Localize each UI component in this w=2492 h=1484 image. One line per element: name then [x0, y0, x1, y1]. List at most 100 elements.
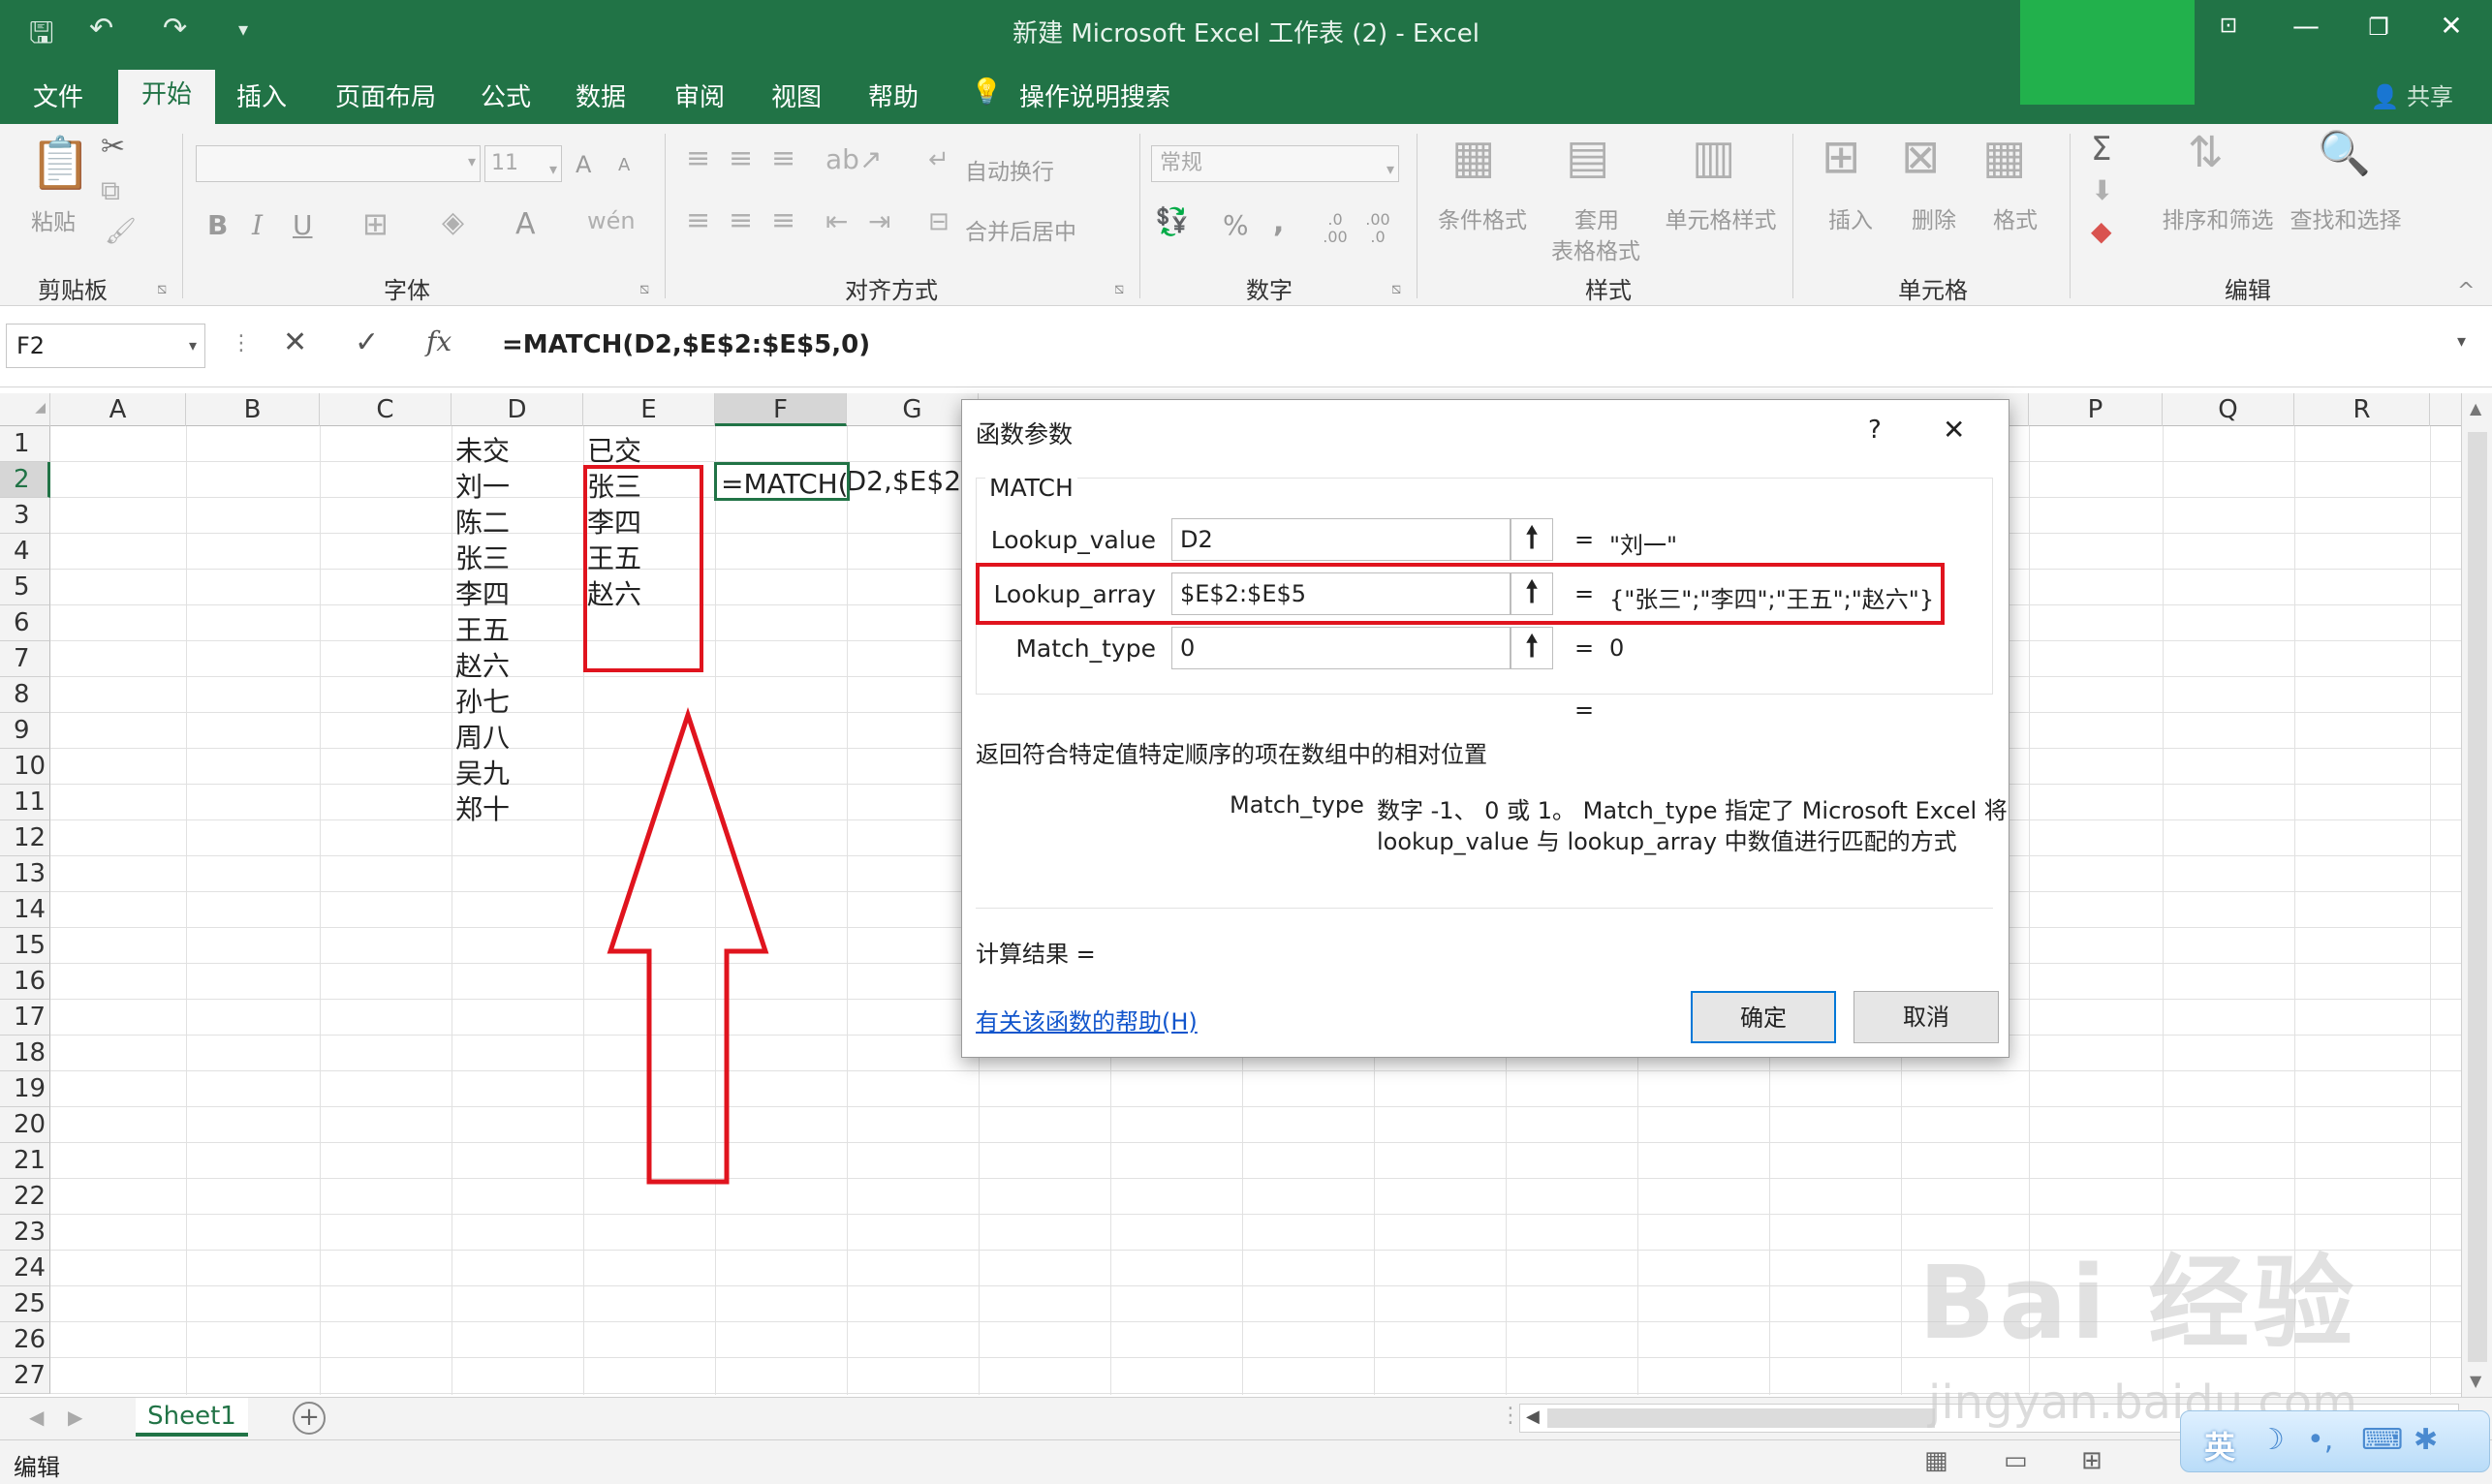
row-header[interactable]: 24 [0, 1251, 50, 1286]
orientation-icon[interactable]: ab↗ [825, 143, 882, 175]
decrease-decimal-button[interactable]: .00 .0 [1360, 211, 1395, 246]
minimize-icon[interactable]: — [2277, 10, 2335, 42]
collapse-ribbon-icon[interactable]: ^ [2457, 279, 2475, 303]
wrap-text-icon[interactable]: ↵ [928, 145, 950, 174]
format-as-table-line1[interactable]: 套用 [1546, 201, 1647, 234]
delete-cells-icon[interactable]: ⊠ [1901, 130, 1940, 184]
cancel-button[interactable]: 取消 [1853, 991, 1999, 1043]
collapse-dialog-icon[interactable]: 🠕 [1511, 627, 1553, 669]
scroll-up-icon[interactable]: ▲ [2470, 399, 2481, 417]
name-box[interactable]: F2 ▾ [6, 324, 205, 368]
row-header[interactable]: 14 [0, 892, 50, 928]
ribbon-display-icon[interactable]: ⊡ [2199, 14, 2258, 38]
enter-entry-icon[interactable]: ✓ [355, 325, 379, 359]
comma-button[interactable]: , [1273, 205, 1284, 239]
row-header[interactable]: 19 [0, 1071, 50, 1107]
restore-icon[interactable]: ❐ [2350, 14, 2408, 41]
row-header[interactable]: 16 [0, 964, 50, 1000]
cell-styles-button[interactable]: 单元格样式 [1653, 201, 1789, 234]
align-top-icon[interactable]: ≡ [686, 141, 710, 175]
font-color-button[interactable]: A [515, 207, 536, 241]
font-name-combo[interactable]: ▾ [196, 145, 481, 182]
row-header[interactable]: 1 [0, 426, 50, 462]
align-bottom-icon[interactable]: ≡ [771, 141, 795, 175]
font-launcher-icon[interactable]: ⧅ [639, 279, 649, 298]
phonetic-icon[interactable]: wén [587, 207, 636, 234]
cell-styles-icon[interactable]: ▥ [1692, 130, 1735, 184]
cell-d4[interactable]: 张三 [455, 538, 510, 576]
decrease-indent-icon[interactable]: ⇤ [825, 205, 848, 237]
next-sheet-icon[interactable]: ▶ [68, 1406, 82, 1429]
row-header[interactable]: 22 [0, 1179, 50, 1215]
tab-page-layout[interactable]: 页面布局 [335, 77, 436, 113]
ok-button[interactable]: 确定 [1691, 991, 1836, 1043]
function-help-link[interactable]: 有关该函数的帮助(H) [976, 1003, 1198, 1036]
expand-formula-icon[interactable]: ▾ [2457, 331, 2466, 352]
paste-icon[interactable]: 📋 [29, 134, 92, 193]
close-icon[interactable]: ✕ [2422, 10, 2480, 42]
tell-me-search[interactable]: 操作说明搜索 [1019, 77, 1170, 113]
font-size-combo[interactable]: 11 ▾ [484, 145, 562, 182]
row-header[interactable]: 2 [0, 462, 50, 498]
find-select-icon[interactable]: 🔍 [2318, 128, 2371, 178]
column-header[interactable]: G [847, 393, 979, 426]
tab-help[interactable]: 帮助 [868, 77, 919, 113]
column-header[interactable]: E [583, 393, 715, 426]
match-type-input[interactable]: 0 [1171, 627, 1511, 669]
row-header[interactable]: 17 [0, 1000, 50, 1036]
tab-file[interactable]: 文件 [33, 77, 83, 113]
delete-cells-button[interactable]: 删除 [1895, 201, 1973, 234]
dialog-close-icon[interactable]: ✕ [1943, 414, 1965, 446]
column-header[interactable]: A [50, 393, 186, 426]
align-center-icon[interactable]: ≡ [729, 203, 753, 237]
row-header[interactable]: 15 [0, 928, 50, 964]
find-select-button[interactable]: 查找和选择 [2283, 201, 2409, 234]
cell-d8[interactable]: 孙七 [455, 681, 510, 720]
ime-moon-icon[interactable]: ☽ [2258, 1423, 2285, 1457]
lookup-value-input[interactable]: D2 [1171, 518, 1511, 561]
italic-button[interactable]: I [252, 209, 263, 241]
underline-button[interactable]: U [293, 209, 313, 241]
row-header[interactable]: 13 [0, 856, 50, 892]
format-as-table-icon[interactable]: ▤ [1566, 130, 1609, 184]
normal-view-icon[interactable]: ▦ [1924, 1446, 1948, 1475]
alignment-launcher-icon[interactable]: ⧅ [1114, 279, 1124, 298]
cell-e1[interactable]: 已交 [587, 430, 641, 469]
shrink-font-icon[interactable]: A [618, 155, 630, 175]
row-header[interactable]: 21 [0, 1143, 50, 1179]
row-header[interactable]: 27 [0, 1358, 50, 1394]
column-header[interactable]: B [186, 393, 320, 426]
cell-d10[interactable]: 吴九 [455, 753, 510, 791]
row-header[interactable]: 11 [0, 785, 50, 820]
cut-icon[interactable]: ✂ [101, 130, 125, 164]
dialog-help-icon[interactable]: ? [1868, 416, 1882, 445]
row-header[interactable]: 20 [0, 1107, 50, 1143]
format-painter-icon[interactable]: 🖌 [105, 217, 137, 246]
wrap-text-button[interactable]: 自动换行 [965, 153, 1054, 186]
autosum-icon[interactable]: Σ [2091, 130, 2111, 169]
cell-d5[interactable]: 李四 [455, 573, 510, 612]
insert-cells-icon[interactable]: ⊞ [1822, 130, 1860, 184]
row-header[interactable]: 8 [0, 677, 50, 713]
accounting-icon[interactable]: 💱 [1155, 205, 1189, 237]
row-header[interactable]: 7 [0, 641, 50, 677]
column-header[interactable]: F [715, 393, 847, 426]
row-header[interactable]: 6 [0, 605, 50, 641]
tab-formulas[interactable]: 公式 [481, 77, 531, 113]
percent-button[interactable]: % [1223, 209, 1249, 241]
conditional-format-button[interactable]: 条件格式 [1432, 201, 1533, 234]
row-header[interactable]: 26 [0, 1322, 50, 1358]
paste-label[interactable]: 粘贴 [31, 203, 76, 236]
scroll-down-icon[interactable]: ▼ [2470, 1372, 2481, 1390]
borders-icon[interactable]: ⊞ [362, 205, 389, 242]
cell-d6[interactable]: 王五 [455, 609, 510, 648]
column-header[interactable]: C [320, 393, 452, 426]
cell-d1[interactable]: 未交 [455, 430, 510, 469]
number-launcher-icon[interactable]: ⧅ [1391, 279, 1401, 298]
conditional-format-icon[interactable]: ▦ [1451, 130, 1495, 184]
ime-keyboard-icon[interactable]: ⌨ [2361, 1423, 2403, 1457]
sheet-tab-sheet1[interactable]: Sheet1 [136, 1398, 248, 1437]
sort-filter-button[interactable]: 排序和筛选 [2155, 201, 2281, 234]
align-middle-icon[interactable]: ≡ [729, 141, 753, 175]
ime-settings-icon[interactable]: ✱ [2414, 1423, 2438, 1457]
